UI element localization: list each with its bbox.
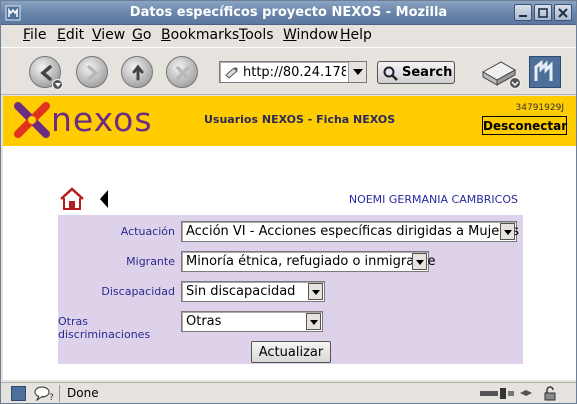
reload-icon [132, 64, 144, 81]
discapacidad-select[interactable]: Sin discapacidad [181, 281, 325, 302]
title-bar: Datos específicos proyecto NEXOS - Mozil… [1, 1, 576, 25]
migrante-value: Minoría étnica, refugiado o inmigrante [186, 254, 436, 269]
page-section-title: Usuarios NEXOS - Ficha NEXOS [204, 113, 396, 126]
print-icon[interactable] [479, 56, 523, 90]
menu-bar: File Edit View Go Bookmarks Tools Window… [1, 26, 576, 46]
search-button[interactable]: Search [377, 61, 455, 84]
actuacion-value: Acción VI - Acciones específicas dirigid… [186, 224, 520, 239]
menu-view[interactable]: View [92, 27, 125, 43]
back-triangle-icon[interactable] [98, 189, 110, 209]
migrante-label: Migrante [126, 255, 175, 268]
otras-discriminaciones-value: Otras [186, 314, 222, 329]
menu-go[interactable]: Go [132, 27, 151, 43]
mozilla-logo[interactable] [529, 56, 561, 88]
mozilla-m-icon [534, 59, 553, 81]
search-icon [383, 66, 398, 81]
mozilla-status-icon[interactable] [11, 386, 26, 401]
user-full-name: NOEMI GERMANIA CAMBRICOS [348, 193, 518, 206]
back-history-dropdown[interactable] [52, 79, 63, 90]
actuacion-label: Actuación [120, 225, 175, 238]
browser-window: Datos específicos proyecto NEXOS - Mozil… [0, 0, 577, 404]
discapacidad-label: Discapacidad [101, 285, 175, 298]
otras-discriminaciones-label: Otras discriminaciones [58, 315, 151, 341]
chevron-down-icon[interactable] [308, 283, 323, 300]
forward-arrow-icon [87, 65, 99, 81]
chat-icon[interactable]: ? [34, 386, 54, 401]
home-icon[interactable] [59, 187, 85, 211]
security-lock-icon[interactable] [542, 386, 558, 401]
status-text: Done [67, 386, 99, 400]
stop-button[interactable] [166, 56, 198, 88]
menu-tools[interactable]: Tools [239, 27, 274, 43]
menu-file[interactable]: File [23, 27, 46, 43]
page-icon [225, 67, 238, 79]
window-title: Datos específicos proyecto NEXOS - Mozil… [129, 5, 448, 20]
status-bar: ? Done [1, 382, 576, 403]
menu-window[interactable]: Window [283, 27, 338, 43]
maximize-button[interactable] [534, 4, 552, 21]
stop-icon [176, 66, 190, 80]
logout-button[interactable]: Desconectar [482, 116, 567, 135]
url-bar[interactable] [219, 61, 367, 83]
reload-button[interactable] [121, 56, 153, 88]
discapacidad-value: Sin discapacidad [186, 284, 296, 299]
chevron-down-icon[interactable] [306, 313, 321, 330]
migrante-select[interactable]: Minoría étnica, refugiado o inmigrante [181, 251, 436, 272]
otras-discriminaciones-select[interactable]: Otras [181, 311, 323, 332]
minimize-icon [519, 15, 527, 17]
url-input[interactable] [243, 64, 346, 80]
close-window-button[interactable] [554, 4, 572, 21]
menu-edit[interactable]: Edit [57, 27, 84, 43]
minimize-button[interactable] [514, 4, 532, 21]
site-header: nexos Usuarios NEXOS - Ficha NEXOS 34791… [3, 96, 576, 146]
update-button[interactable]: Actualizar [251, 341, 331, 363]
actuacion-select[interactable]: Acción VI - Acciones específicas dirigid… [181, 221, 520, 242]
url-dropdown-button[interactable] [348, 62, 366, 82]
menu-bookmarks[interactable]: Bookmarks [161, 27, 239, 43]
back-button[interactable] [29, 56, 63, 90]
maximize-icon [538, 8, 548, 18]
page-content: nexos Usuarios NEXOS - Ficha NEXOS 34791… [3, 96, 576, 380]
status-separator [59, 385, 60, 402]
chevron-down-icon[interactable] [412, 253, 427, 270]
menu-help[interactable]: Help [340, 27, 372, 43]
user-id-code: 34791929J [515, 103, 564, 113]
navigation-toolbar: Search [1, 47, 576, 95]
forward-button[interactable] [76, 56, 108, 88]
svg-text:?: ? [49, 393, 54, 401]
close-icon [558, 8, 568, 18]
chevron-down-icon[interactable] [500, 223, 515, 240]
nexos-logo-text: nexos [51, 100, 153, 139]
profile-form: Actuación Acción VI - Acciones específic… [58, 215, 523, 364]
nexos-logo-icon [14, 102, 50, 138]
connection-icon [480, 388, 532, 399]
